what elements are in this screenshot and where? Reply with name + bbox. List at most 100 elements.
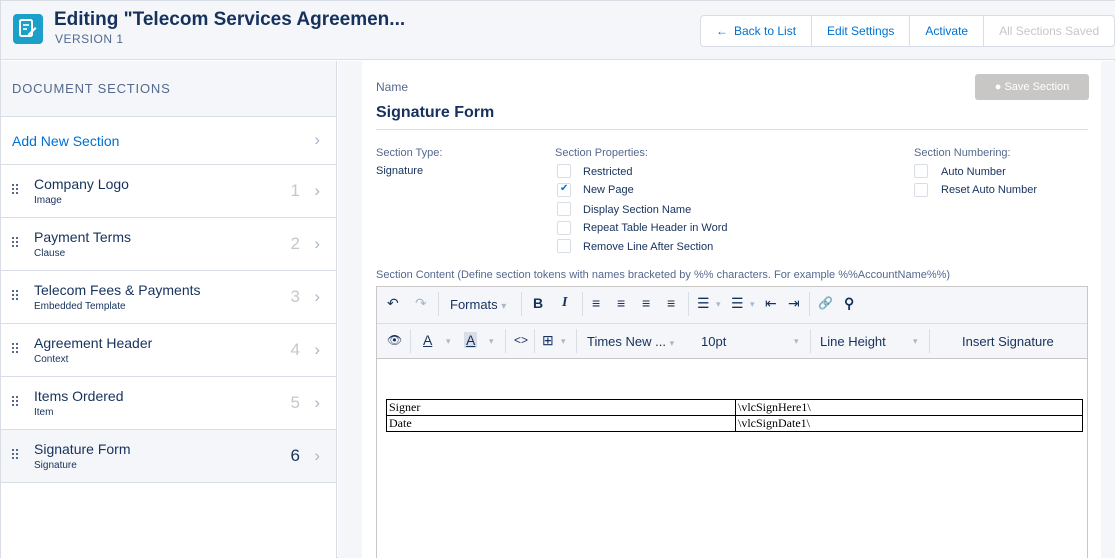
toolbar-separator	[438, 292, 439, 316]
section-name-field[interactable]: Signature Form	[376, 104, 494, 122]
chevron-down-icon[interactable]: ▾	[750, 299, 755, 310]
bullet-list-icon[interactable]: ☰	[697, 295, 710, 312]
drag-handle-icon[interactable]	[12, 449, 20, 463]
numbered-list-icon[interactable]: ☰	[731, 295, 744, 312]
source-code-icon[interactable]: <>	[514, 333, 528, 347]
reset-auto-number-label: Reset Auto Number	[941, 184, 1037, 196]
chevron-down-icon[interactable]: ▾	[446, 336, 451, 347]
chevron-down-icon: ▾	[669, 338, 675, 348]
rich-text-editor: ↶ ↷ Formats ▾ B I ≡ ≡ ≡ ≡ ☰ ▾ ☰ ▾ ⇤ ⇥ 🔗 …	[376, 286, 1088, 558]
table-cell-label[interactable]: Date	[386, 415, 736, 432]
toolbar-separator	[534, 329, 535, 353]
repeat-table-header-checkbox[interactable]	[557, 221, 571, 235]
chevron-down-icon[interactable]: ▾	[913, 336, 918, 347]
background-color-icon[interactable]: A	[464, 332, 478, 348]
align-right-icon[interactable]: ≡	[642, 295, 650, 311]
section-item-company-logo[interactable]: Company Logo Image 1 ›	[1, 165, 336, 218]
restricted-checkbox[interactable]	[557, 164, 571, 178]
bold-button[interactable]: B	[533, 295, 543, 311]
section-number: 6	[290, 446, 300, 465]
align-center-icon[interactable]: ≡	[617, 295, 625, 311]
indent-icon[interactable]: ⇥	[788, 295, 800, 312]
font-size-value[interactable]: 10pt	[701, 334, 726, 349]
table-icon[interactable]: ⊞	[542, 332, 554, 349]
restricted-label: Restricted	[583, 166, 633, 178]
chevron-down-icon[interactable]: ▾	[716, 299, 721, 310]
section-item-agreement-header[interactable]: Agreement Header Context 4 ›	[1, 324, 336, 377]
table-cell-token[interactable]: \vlcSignHere1\	[735, 399, 1083, 416]
editor-content-area[interactable]: Signer \vlcSignHere1\ Date \vlcSignDate1…	[377, 359, 1087, 558]
chevron-right-icon: ›	[314, 234, 320, 253]
preview-eye-icon[interactable]: 👁	[387, 333, 402, 347]
table-row: Date \vlcSignDate1\	[386, 415, 1083, 432]
remove-line-checkbox[interactable]	[557, 239, 571, 253]
section-name: Items Ordered	[34, 388, 124, 404]
section-type: Image	[34, 195, 62, 206]
toolbar-separator	[809, 292, 810, 316]
section-name: Agreement Header	[34, 335, 153, 351]
app-window: Editing "Telecom Services Agreemen... VE…	[0, 0, 1115, 558]
drag-handle-icon[interactable]	[12, 237, 20, 251]
italic-button[interactable]: I	[562, 295, 567, 311]
drag-handle-icon[interactable]	[12, 343, 20, 357]
header-button-group: ← Back to List Edit Settings Activate All…	[700, 15, 1115, 47]
back-to-list-label: Back to List	[734, 24, 797, 38]
text-color-icon[interactable]: A	[423, 332, 432, 348]
chevron-down-icon[interactable]: ▾	[561, 336, 566, 347]
section-name: Telecom Fees & Payments	[34, 282, 201, 298]
font-family-dropdown[interactable]: Times New ... ▾	[587, 334, 674, 349]
display-section-name-checkbox[interactable]	[557, 202, 571, 216]
reset-auto-number-checkbox[interactable]	[914, 183, 928, 197]
remove-line-label: Remove Line After Section	[583, 241, 714, 253]
name-label: Name	[376, 80, 409, 94]
section-type: Item	[34, 407, 54, 418]
section-properties-label: Section Properties:	[555, 147, 648, 159]
outdent-icon[interactable]: ⇤	[765, 295, 777, 312]
insert-signature-button[interactable]: Insert Signature	[962, 334, 1054, 349]
line-height-dropdown[interactable]: Line Height	[820, 334, 886, 349]
divider	[376, 129, 1088, 130]
chevron-right-icon: ›	[314, 287, 320, 306]
toolbar-row-1: ↶ ↷ Formats ▾ B I ≡ ≡ ≡ ≡ ☰ ▾ ☰ ▾ ⇤ ⇥ 🔗 …	[377, 287, 1087, 321]
new-page-label: New Page	[583, 184, 634, 196]
section-type-value: Signature	[376, 165, 424, 177]
section-item-signature-form[interactable]: Signature Form Signature 6 ›	[1, 430, 336, 483]
signature-table[interactable]: Signer \vlcSignHere1\ Date \vlcSignDate1…	[386, 399, 1083, 432]
editor-toolbar: ↶ ↷ Formats ▾ B I ≡ ≡ ≡ ≡ ☰ ▾ ☰ ▾ ⇤ ⇥ 🔗 …	[377, 287, 1087, 359]
redo-icon[interactable]: ↷	[415, 295, 427, 312]
undo-icon[interactable]: ↶	[387, 295, 399, 312]
main-content: Name ● Save Section Signature Form Secti…	[338, 61, 1115, 558]
repeat-table-header-label: Repeat Table Header in Word	[583, 222, 728, 234]
page-title: Editing "Telecom Services Agreemen...	[54, 9, 406, 30]
table-cell-label[interactable]: Signer	[386, 399, 736, 416]
add-new-section-label: Add New Section	[12, 133, 120, 149]
edit-settings-button[interactable]: Edit Settings	[812, 16, 911, 46]
section-item-telecom-fees[interactable]: Telecom Fees & Payments Embedded Templat…	[1, 271, 336, 324]
drag-handle-icon[interactable]	[12, 396, 20, 410]
section-item-payment-terms[interactable]: Payment Terms Clause 2 ›	[1, 218, 336, 271]
all-sections-saved-button: All Sections Saved	[999, 24, 1100, 38]
activate-button[interactable]: Activate	[910, 16, 985, 46]
back-to-list-button[interactable]: ← Back to List	[701, 16, 813, 46]
justify-icon[interactable]: ≡	[667, 295, 675, 311]
find-icon[interactable]: ⚲	[844, 295, 854, 312]
section-type: Clause	[34, 248, 66, 259]
table-row: Signer \vlcSignHere1\	[386, 399, 1083, 416]
chevron-down-icon[interactable]: ▾	[794, 336, 799, 347]
auto-number-label: Auto Number	[941, 166, 1006, 178]
section-type-label: Section Type:	[376, 147, 443, 159]
auto-number-checkbox[interactable]	[914, 164, 928, 178]
add-new-section-button[interactable]: Add New Section ›	[1, 117, 336, 165]
formats-label: Formats	[450, 297, 498, 312]
save-section-label: Save Section	[1004, 81, 1070, 93]
drag-handle-icon[interactable]	[12, 184, 20, 198]
section-item-items-ordered[interactable]: Items Ordered Item 5 ›	[1, 377, 336, 430]
link-icon[interactable]: 🔗	[818, 296, 833, 310]
drag-handle-icon[interactable]	[12, 290, 20, 304]
chevron-down-icon[interactable]: ▾	[489, 336, 494, 347]
align-left-icon[interactable]: ≡	[592, 295, 600, 311]
table-cell-token[interactable]: \vlcSignDate1\	[735, 415, 1083, 432]
formats-dropdown[interactable]: Formats ▾	[450, 297, 506, 312]
new-page-checkbox[interactable]	[557, 183, 571, 197]
section-name: Company Logo	[34, 176, 129, 192]
